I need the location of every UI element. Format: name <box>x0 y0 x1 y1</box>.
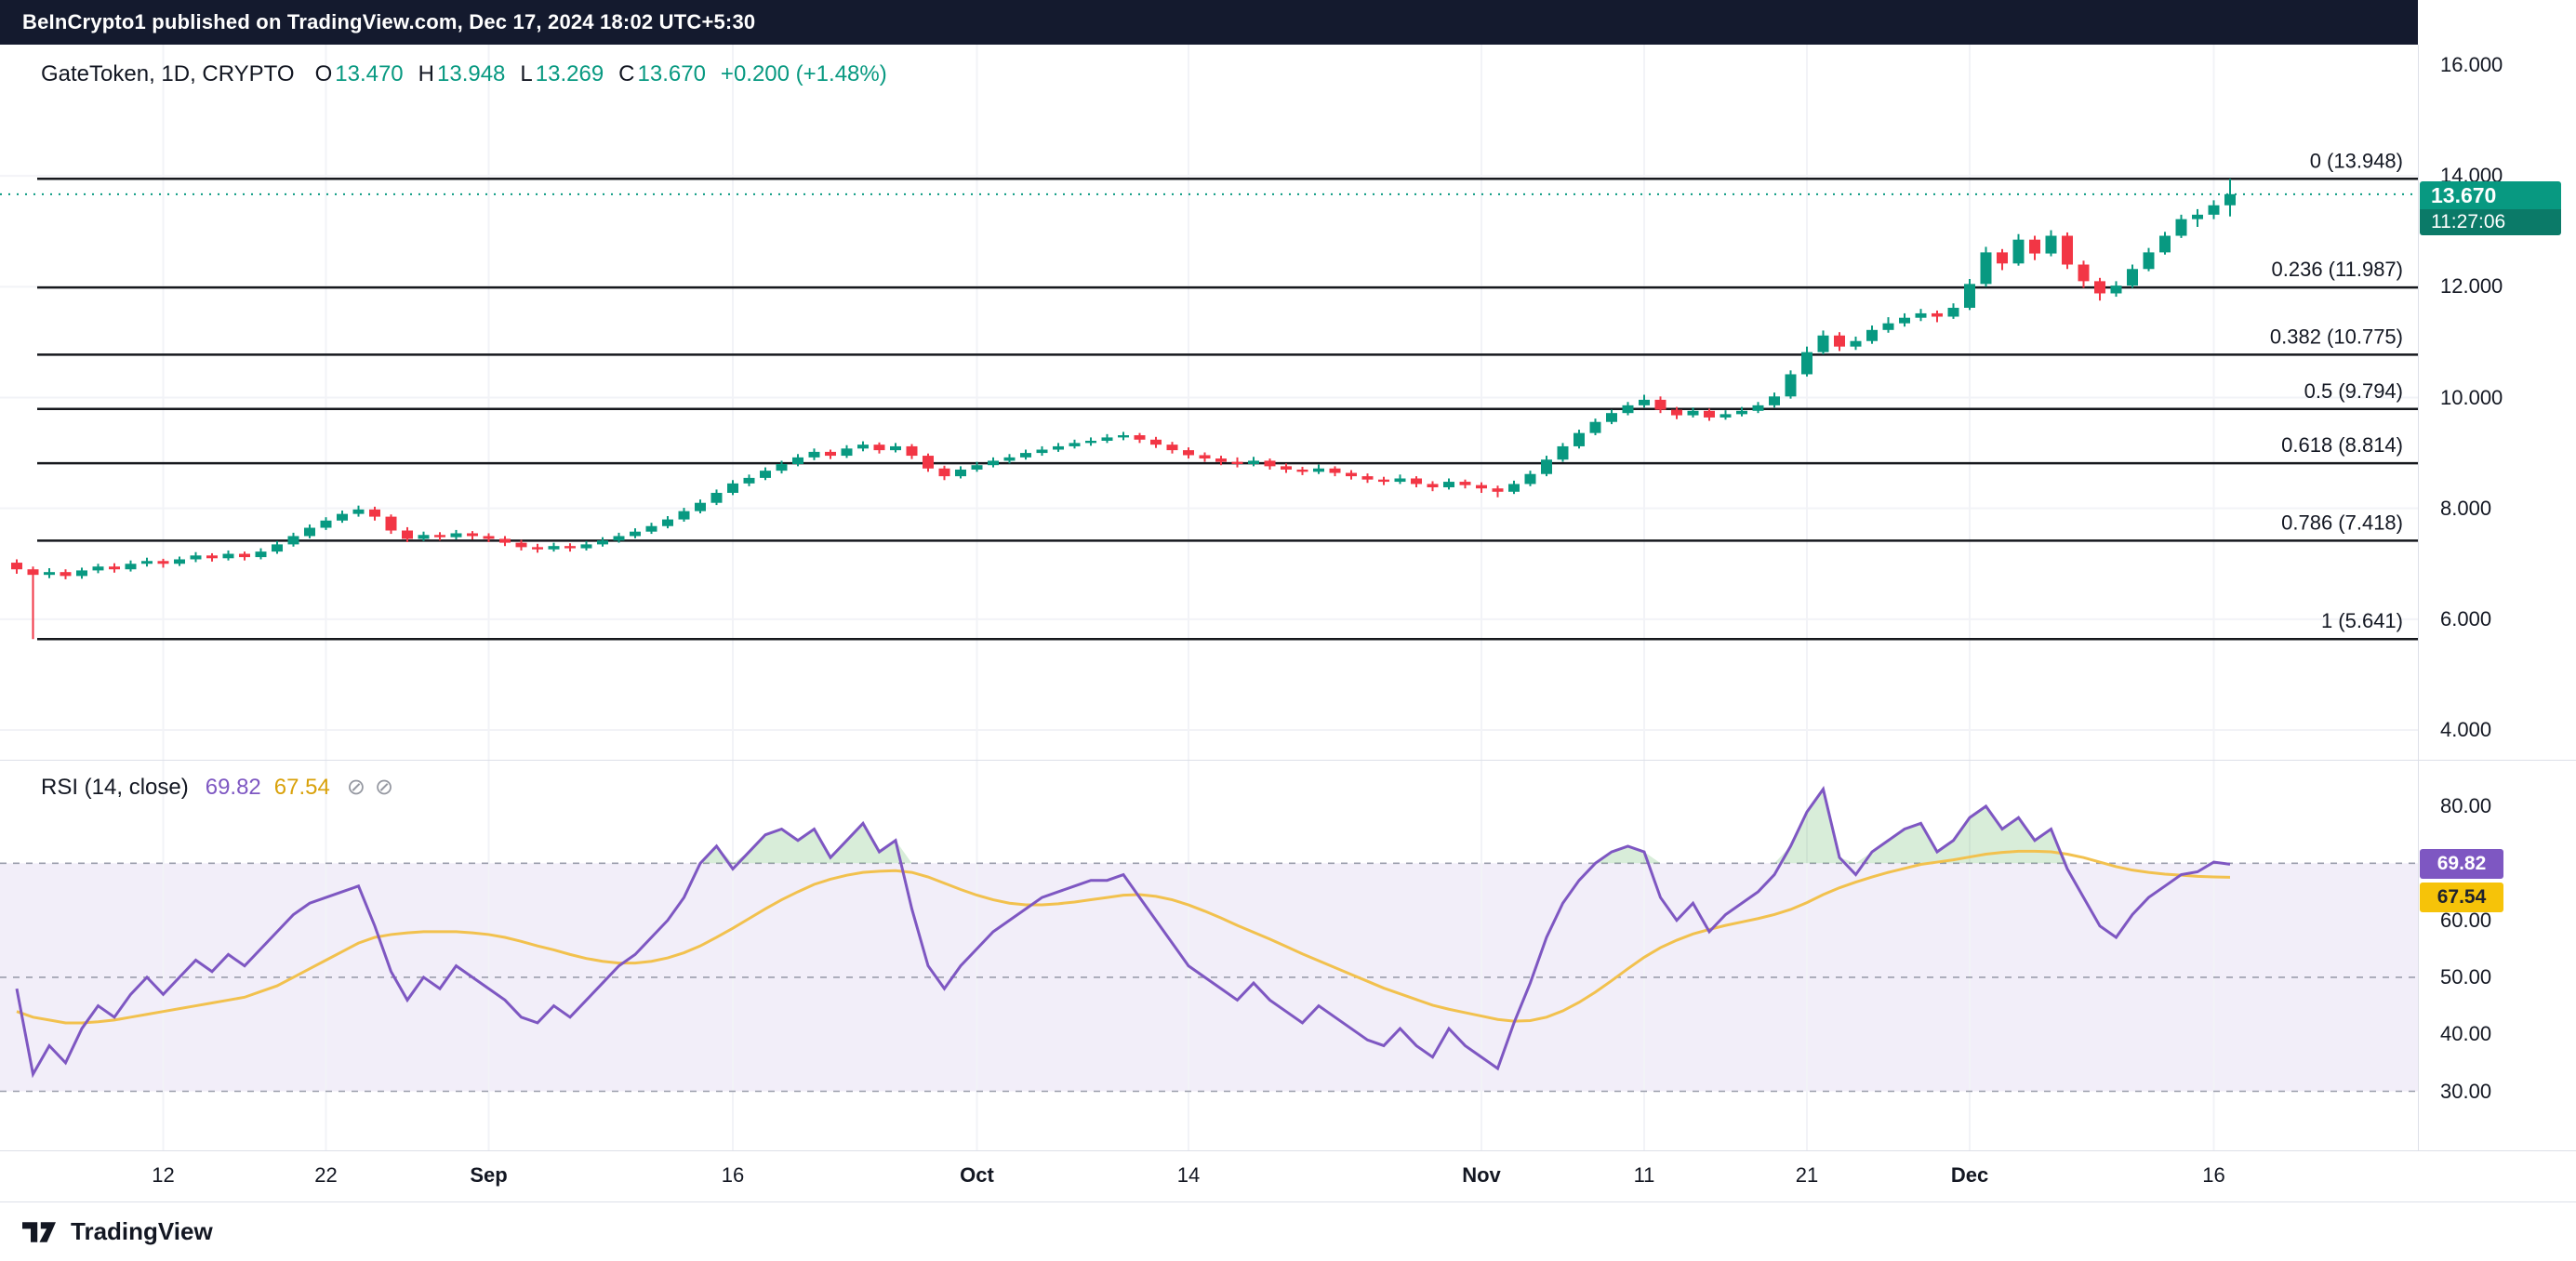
price-tick-label: 8.000 <box>2440 497 2491 521</box>
time-tick-label: Sep <box>470 1163 507 1188</box>
rsi-title[interactable]: RSI (14, close) <box>41 775 189 801</box>
rsi-indicator-pane[interactable] <box>0 761 2418 1151</box>
pane-separator[interactable] <box>0 760 2576 761</box>
time-tick-label: Nov <box>1462 1163 1501 1188</box>
hidden-input-icon[interactable]: ⊘ <box>375 774 393 801</box>
tradingview-logo-icon[interactable] <box>20 1215 58 1249</box>
fib-retracement-layer: 0 (13.948) 0.236 (11.987) 0.382 (10.775) 0.… <box>37 149 2418 639</box>
rsi-value: 69.82 <box>206 775 261 801</box>
rsi-tick-label: 40.00 <box>2440 1022 2491 1046</box>
time-tick-label: 16 <box>722 1163 744 1188</box>
price-tick-label: 6.000 <box>2440 607 2491 631</box>
rsi-value-badge: 69.82 <box>2420 849 2503 879</box>
time-tick-label: 22 <box>314 1163 337 1188</box>
bar-countdown: 11:27:06 <box>2420 209 2561 235</box>
price-tick-label: 12.000 <box>2440 274 2503 299</box>
axis-separator <box>2418 45 2419 1151</box>
fib-level-label: 0.382 (10.775) <box>2270 325 2403 348</box>
time-tick-label: 14 <box>1177 1163 1200 1188</box>
brand-name[interactable]: TradingView <box>71 1217 213 1246</box>
time-axis-scale[interactable]: 12 22 Sep 16 Oct 14 Nov 11 21 Dec 16 <box>0 1151 2576 1201</box>
time-axis-separator <box>0 1150 2576 1151</box>
time-tick-label: 21 <box>1796 1163 1818 1188</box>
fib-level-label: 1 (5.641) <box>2321 609 2403 632</box>
symbol-title[interactable]: GateToken, 1D, CRYPTO <box>41 61 295 87</box>
fib-level-label: 0.5 (9.794) <box>2304 379 2403 403</box>
grid-layer <box>0 45 2418 761</box>
main-price-chart[interactable]: 0 (13.948) 0.236 (11.987) 0.382 (10.775) 0.… <box>0 45 2418 761</box>
publish-header: BeInCrypto1 published on TradingView.com… <box>0 0 2576 45</box>
rsi-ma-value-badge: 67.54 <box>2420 883 2503 912</box>
price-tick-label: 4.000 <box>2440 718 2491 742</box>
rsi-tick-label: 50.00 <box>2440 965 2491 989</box>
time-tick-label: Dec <box>1951 1163 1988 1188</box>
ohlc-high: H13.948 <box>418 61 506 87</box>
publish-text: BeInCrypto1 published on TradingView.com… <box>22 10 755 34</box>
last-price-badge: 13.670 11:27:06 <box>2420 181 2561 235</box>
ohlc-close: C13.670 <box>618 61 706 87</box>
ohlc-low: L13.269 <box>520 61 604 87</box>
fib-level-label: 0.618 (8.814) <box>2281 433 2403 457</box>
rsi-ma-value: 67.54 <box>274 775 330 801</box>
rsi-legend: RSI (14, close) 69.82 67.54 ⊘ ⊘ <box>41 774 403 801</box>
hidden-input-icon[interactable]: ⊘ <box>347 774 365 801</box>
symbol-legend: GateToken, 1D, CRYPTO O13.470 H13.948 L1… <box>41 61 887 87</box>
time-tick-label: 12 <box>152 1163 174 1188</box>
tradingview-snapshot-page: BeInCrypto1 published on TradingView.com… <box>0 0 2576 1261</box>
time-tick-label: 11 <box>1634 1163 1655 1188</box>
fib-level-label: 0 (13.948) <box>2310 149 2403 172</box>
price-change: +0.200 (+1.48%) <box>721 61 887 87</box>
time-tick-label: Oct <box>960 1163 994 1188</box>
fib-level-label: 0.236 (11.987) <box>2272 258 2403 281</box>
last-price-value: 13.670 <box>2420 181 2561 209</box>
rsi-tick-label: 30.00 <box>2440 1080 2491 1104</box>
time-tick-label: 16 <box>2202 1163 2224 1188</box>
footer: TradingView <box>0 1201 2576 1261</box>
fib-level-label: 0.786 (7.418) <box>2281 511 2403 534</box>
rsi-tick-label: 80.00 <box>2440 794 2491 818</box>
price-tick-label: 16.000 <box>2440 53 2503 77</box>
ohlc-open: O13.470 <box>315 61 404 87</box>
price-tick-label: 10.000 <box>2440 386 2503 410</box>
price-axis-scale[interactable]: 13.670 11:27:06 69.82 67.54 16.00014.000… <box>2418 0 2576 1261</box>
